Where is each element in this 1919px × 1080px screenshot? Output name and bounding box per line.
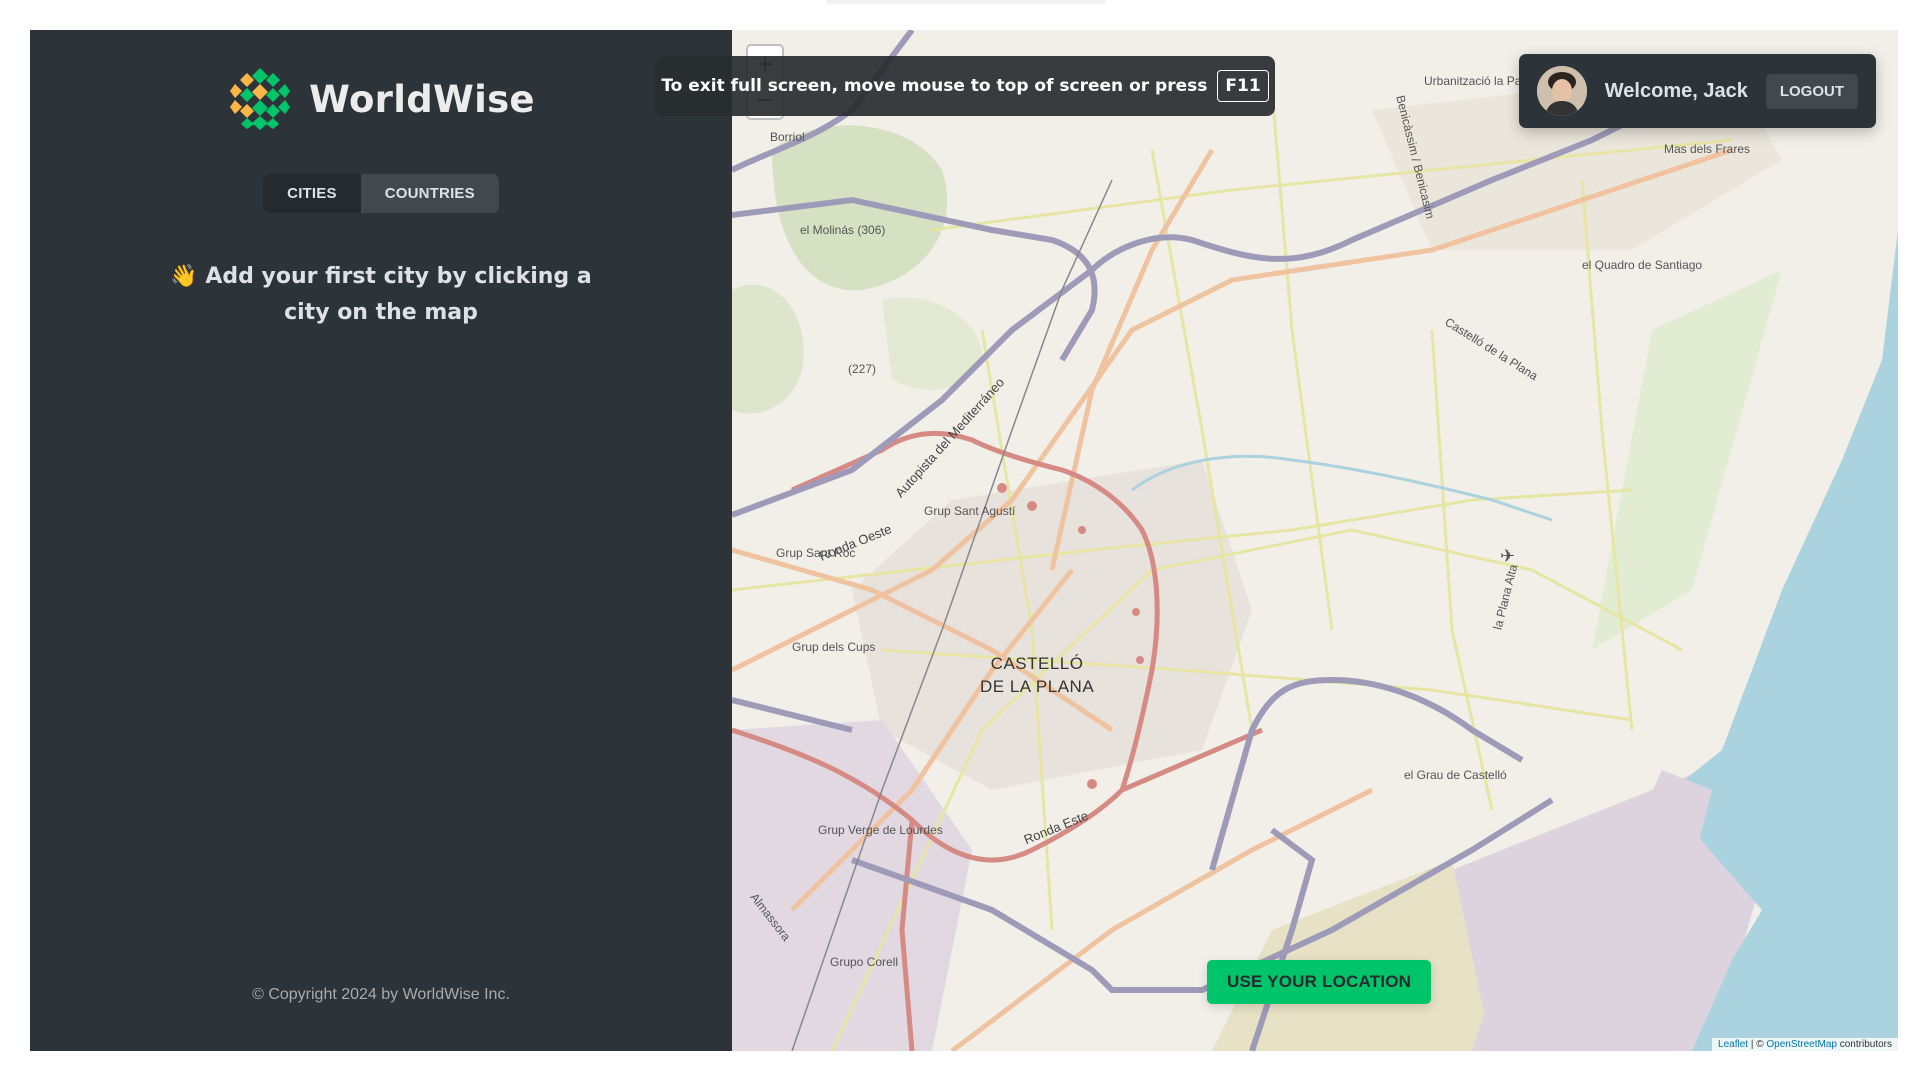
map-label-grup-sant-agusti: Grup Sant Agustí xyxy=(924,504,1016,518)
globe-logo-icon xyxy=(230,68,291,130)
attribution-suffix: contributors xyxy=(1836,1039,1892,1050)
map-label-el-molinas: el Molinás (306) xyxy=(800,223,886,237)
tab-cities[interactable]: CITIES xyxy=(263,174,361,213)
osm-link[interactable]: OpenStreetMap xyxy=(1766,1039,1837,1050)
logo[interactable]: WorldWise xyxy=(227,66,535,132)
sidebar: WorldWise CITIES COUNTRIES 👋 Add your fi… xyxy=(30,30,732,1051)
f11-key: F11 xyxy=(1217,70,1269,102)
user-avatar xyxy=(1536,66,1587,116)
user-panel: Welcome, Jack LOGOUT xyxy=(1518,54,1876,128)
map-label-grupo-corell: Grupo Corell xyxy=(830,955,899,969)
attribution-separator: | © xyxy=(1748,1039,1767,1050)
map-tiles[interactable]: ✈ xyxy=(732,30,1898,1051)
map-label-grup-verge: Grup Verge de Lourdes xyxy=(818,823,943,837)
copyright-footer: © Copyright 2024 by WorldWise Inc. xyxy=(252,986,510,1003)
welcome-text: Welcome, Jack xyxy=(1604,79,1748,102)
app-name: WorldWise xyxy=(309,77,535,121)
tab-countries[interactable]: COUNTRIES xyxy=(361,174,499,213)
map-label-grup-sant-roc: Grup Sant Roc xyxy=(776,546,856,560)
fullscreen-banner: To exit full screen, move mouse to top o… xyxy=(655,56,1275,116)
map-label-mas-dels-frares: Mas dels Frares xyxy=(1664,142,1751,156)
fullscreen-notch xyxy=(826,0,1106,4)
app-layout: WorldWise CITIES COUNTRIES 👋 Add your fi… xyxy=(30,30,1898,1051)
map-container[interactable]: ✈ CASTELLÓ DE LA PLANA Ronda Oeste Ronda … xyxy=(732,30,1898,1051)
map-attribution: Leaflet | © OpenStreetMap contributors xyxy=(1712,1038,1898,1051)
map-label-grup-dels-cups: Grup dels Cups xyxy=(792,640,876,654)
view-tabs: CITIES COUNTRIES xyxy=(263,174,499,213)
fullscreen-message: To exit full screen, move mouse to top o… xyxy=(661,76,1208,96)
map-label-borriol: Borriol xyxy=(770,130,805,144)
empty-state-message: 👋 Add your first city by clicking a city… xyxy=(170,264,592,325)
leaflet-link[interactable]: Leaflet xyxy=(1718,1039,1748,1050)
map-label-hill-227: (227) xyxy=(848,362,877,376)
map-label-el-grau: el Grau de Castelló xyxy=(1404,768,1507,782)
map-label-el-quadro: el Quadro de Santiago xyxy=(1582,258,1703,272)
use-location-button[interactable]: USE YOUR LOCATION xyxy=(1207,960,1432,1004)
map-label-city: CASTELLÓ DE LA PLANA xyxy=(980,654,1095,696)
logout-button[interactable]: LOGOUT xyxy=(1765,73,1858,109)
user-avatar-icon xyxy=(1536,66,1587,116)
